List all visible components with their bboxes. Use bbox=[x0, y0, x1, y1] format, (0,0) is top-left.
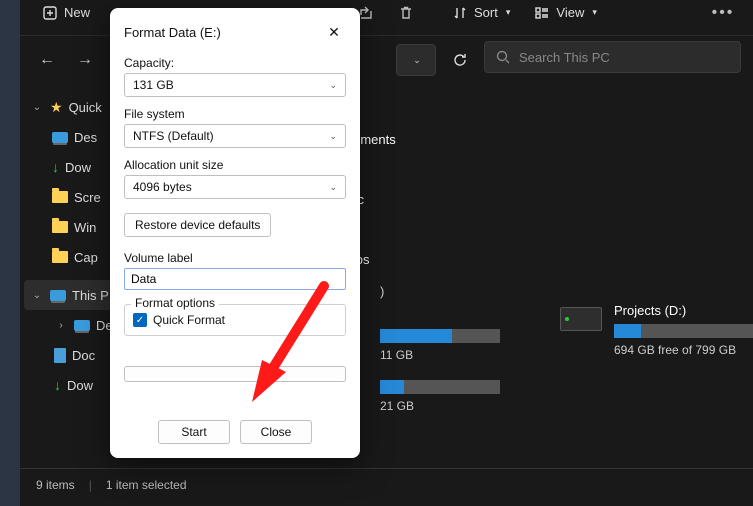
sidebar-item-label: Dow bbox=[67, 378, 93, 393]
quick-format-label: Quick Format bbox=[153, 313, 225, 327]
forward-button[interactable]: → bbox=[70, 45, 100, 75]
search-placeholder: Search This PC bbox=[519, 50, 610, 65]
drive-usage-bar bbox=[614, 324, 753, 338]
chevron-down-icon: ▾ bbox=[592, 7, 597, 18]
filesystem-label: File system bbox=[124, 107, 346, 121]
view-button[interactable]: View ▾ bbox=[524, 0, 606, 27]
search-icon bbox=[495, 49, 511, 65]
desktop-icon bbox=[74, 320, 90, 331]
drive-subtitle: 11 GB bbox=[380, 348, 500, 362]
capacity-select[interactable]: 131 GB ⌄ bbox=[124, 73, 346, 97]
folder-icon bbox=[52, 221, 68, 233]
format-options-legend: Format options bbox=[131, 296, 219, 310]
drive-subtitle: 694 GB free of 799 GB bbox=[614, 343, 753, 357]
drive-title: Projects (D:) bbox=[614, 303, 753, 318]
format-options-group: Format options ✓ Quick Format bbox=[124, 304, 346, 336]
chevron-down-icon: ⌄ bbox=[329, 131, 337, 142]
status-selection: 1 item selected bbox=[106, 478, 187, 492]
more-icon[interactable]: ••• bbox=[705, 0, 741, 31]
status-bar: 9 items | 1 item selected bbox=[20, 468, 753, 500]
delete-icon[interactable] bbox=[388, 0, 424, 31]
filesystem-value: NTFS (Default) bbox=[133, 129, 214, 143]
sidebar-item-label: Quick bbox=[69, 100, 102, 115]
chevron-down-icon: ⌄ bbox=[30, 290, 44, 301]
new-button[interactable]: New bbox=[32, 0, 100, 27]
start-button[interactable]: Start bbox=[158, 420, 230, 444]
section-count: ) bbox=[380, 284, 384, 299]
allocation-select[interactable]: 4096 bytes ⌄ bbox=[124, 175, 346, 199]
filesystem-select[interactable]: NTFS (Default) ⌄ bbox=[124, 124, 346, 148]
drive-usage-bar bbox=[380, 380, 500, 394]
allocation-label: Allocation unit size bbox=[124, 158, 346, 172]
separator: | bbox=[89, 478, 92, 492]
format-progress-bar bbox=[124, 366, 346, 382]
drive-projects[interactable]: Projects (D:) 694 GB free of 799 GB bbox=[560, 303, 753, 357]
download-icon: ↓ bbox=[52, 159, 59, 175]
sidebar-item-label: This P bbox=[72, 288, 109, 303]
allocation-value: 4096 bytes bbox=[133, 180, 192, 194]
drive-local[interactable]: 11 GB 21 GB bbox=[380, 329, 500, 413]
volume-label-input[interactable] bbox=[124, 268, 346, 290]
checkbox-icon: ✓ bbox=[133, 313, 147, 327]
sort-label: Sort bbox=[474, 5, 498, 20]
capacity-label: Capacity: bbox=[124, 56, 346, 70]
sort-button[interactable]: Sort ▾ bbox=[442, 0, 520, 27]
capacity-value: 131 GB bbox=[133, 78, 174, 92]
chevron-right-icon: › bbox=[54, 320, 68, 331]
download-icon: ↓ bbox=[54, 377, 61, 393]
sidebar-item-label: Dow bbox=[65, 160, 91, 175]
status-item-count: 9 items bbox=[36, 478, 75, 492]
desktop-icon bbox=[52, 132, 68, 143]
restore-defaults-button[interactable]: Restore device defaults bbox=[124, 213, 271, 237]
refresh-button[interactable] bbox=[444, 44, 476, 76]
chevron-down-icon: ⌄ bbox=[329, 80, 337, 91]
new-button-label: New bbox=[64, 5, 90, 20]
star-icon: ★ bbox=[50, 99, 63, 116]
drive-subtitle: 21 GB bbox=[380, 399, 500, 413]
back-button[interactable]: ← bbox=[32, 45, 62, 75]
chevron-down-icon: ⌄ bbox=[329, 182, 337, 193]
sort-icon bbox=[452, 5, 468, 21]
sidebar-item-label: Scre bbox=[74, 190, 101, 205]
chevron-down-icon: ⌄ bbox=[30, 102, 44, 113]
quick-format-checkbox[interactable]: ✓ Quick Format bbox=[133, 313, 337, 327]
folder-icon bbox=[52, 191, 68, 203]
search-input[interactable]: Search This PC bbox=[484, 41, 741, 73]
pc-icon bbox=[50, 290, 66, 301]
new-icon bbox=[42, 5, 58, 21]
dialog-title: Format Data (E:) bbox=[124, 25, 221, 40]
folder-icon bbox=[52, 251, 68, 263]
drive-usage-bar bbox=[380, 329, 500, 343]
document-icon bbox=[54, 348, 66, 363]
view-label: View bbox=[556, 5, 584, 20]
chevron-down-icon: ⌄ bbox=[413, 55, 421, 66]
drive-icon bbox=[560, 307, 602, 331]
volume-label-caption: Volume label bbox=[124, 251, 346, 265]
address-bar[interactable]: ⌄ bbox=[396, 44, 436, 76]
close-icon[interactable]: ✕ bbox=[322, 20, 346, 44]
view-icon bbox=[534, 5, 550, 21]
chevron-down-icon: ▾ bbox=[506, 7, 511, 18]
sidebar-item-label: Doc bbox=[72, 348, 95, 363]
format-dialog: Format Data (E:) ✕ Capacity: 131 GB ⌄ Fi… bbox=[110, 8, 360, 458]
sidebar-item-label: Cap bbox=[74, 250, 98, 265]
close-button[interactable]: Close bbox=[240, 420, 312, 444]
sidebar-item-label: Win bbox=[74, 220, 96, 235]
sidebar-item-label: Des bbox=[74, 130, 97, 145]
